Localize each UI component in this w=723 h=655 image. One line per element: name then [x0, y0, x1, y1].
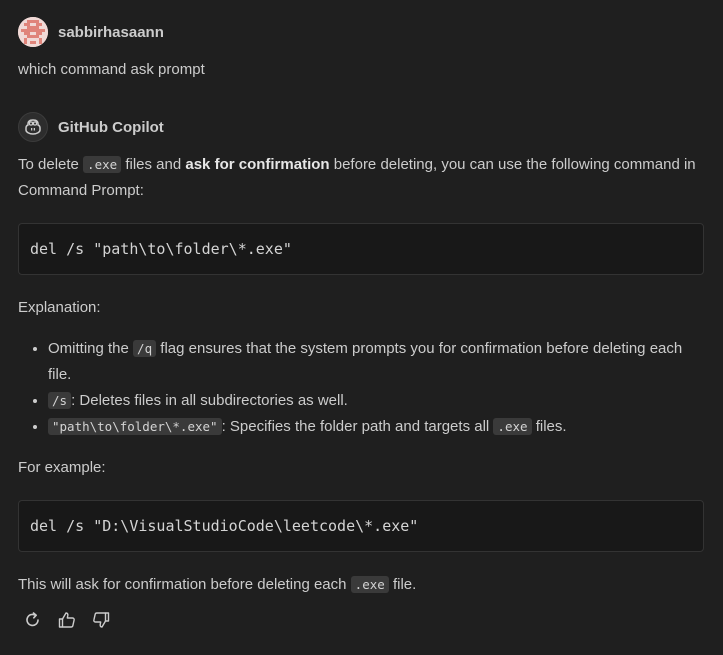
thumbs-down-icon — [93, 612, 110, 628]
list-item: "path\to\folder\*.exe": Specifies the fo… — [48, 412, 698, 442]
identicon-icon — [18, 17, 48, 47]
bot-header: GitHub Copilot — [18, 112, 164, 142]
copilot-avatar — [18, 112, 48, 142]
closing-text: file. — [388, 576, 417, 593]
thumbs-up-icon — [58, 612, 75, 628]
list-item: /s: Deletes files in all subdirectories … — [48, 390, 698, 412]
user-name: sabbirhasaann — [58, 23, 164, 41]
inline-code: /s — [48, 392, 72, 409]
inline-code: /q — [133, 340, 157, 357]
user-message: which command ask prompt — [18, 61, 205, 78]
user-header: sabbirhasaann — [18, 17, 164, 47]
list-text: : Specifies the folder path and targets … — [221, 418, 494, 435]
inline-code: .exe — [83, 156, 122, 173]
explanation-label: Explanation: — [18, 299, 101, 316]
list-text: files. — [531, 418, 567, 435]
intro-text: To delete — [18, 156, 84, 173]
code-text: del /s "D:\VisualStudioCode\leetcode\*.e… — [30, 517, 419, 535]
code-text: del /s "path\to\folder\*.exe" — [30, 240, 292, 258]
code-block[interactable]: del /s "D:\VisualStudioCode\leetcode\*.e… — [18, 500, 704, 552]
code-block[interactable]: del /s "path\to\folder\*.exe" — [18, 223, 704, 275]
user-avatar[interactable] — [18, 17, 48, 47]
thumbs-up-button[interactable] — [54, 608, 80, 632]
example-label: For example: — [18, 459, 106, 476]
inline-code: .exe — [350, 576, 389, 593]
inline-code: "path\to\folder\*.exe" — [48, 418, 222, 435]
closing-text: This will ask for confirmation before de… — [18, 576, 351, 593]
copilot-icon — [25, 119, 41, 135]
closing-paragraph: This will ask for confirmation before de… — [18, 572, 698, 598]
intro-paragraph: To delete .exe files and ask for confirm… — [18, 152, 698, 204]
inline-code: .exe — [493, 418, 532, 435]
retry-button[interactable] — [20, 608, 46, 632]
list-item: Omitting the /q flag ensures that the sy… — [48, 336, 698, 388]
list-text: Omitting the — [48, 340, 134, 357]
response-actions — [20, 608, 114, 632]
bold-text: ask for confirmation — [185, 156, 330, 173]
list-text: : Deletes files in all subdirectories as… — [71, 392, 348, 409]
thumbs-down-button[interactable] — [88, 608, 114, 632]
explanation-list: Omitting the /q flag ensures that the sy… — [18, 336, 698, 442]
retry-icon — [26, 612, 39, 627]
bot-name: GitHub Copilot — [58, 118, 164, 136]
intro-text: files and — [121, 156, 186, 173]
